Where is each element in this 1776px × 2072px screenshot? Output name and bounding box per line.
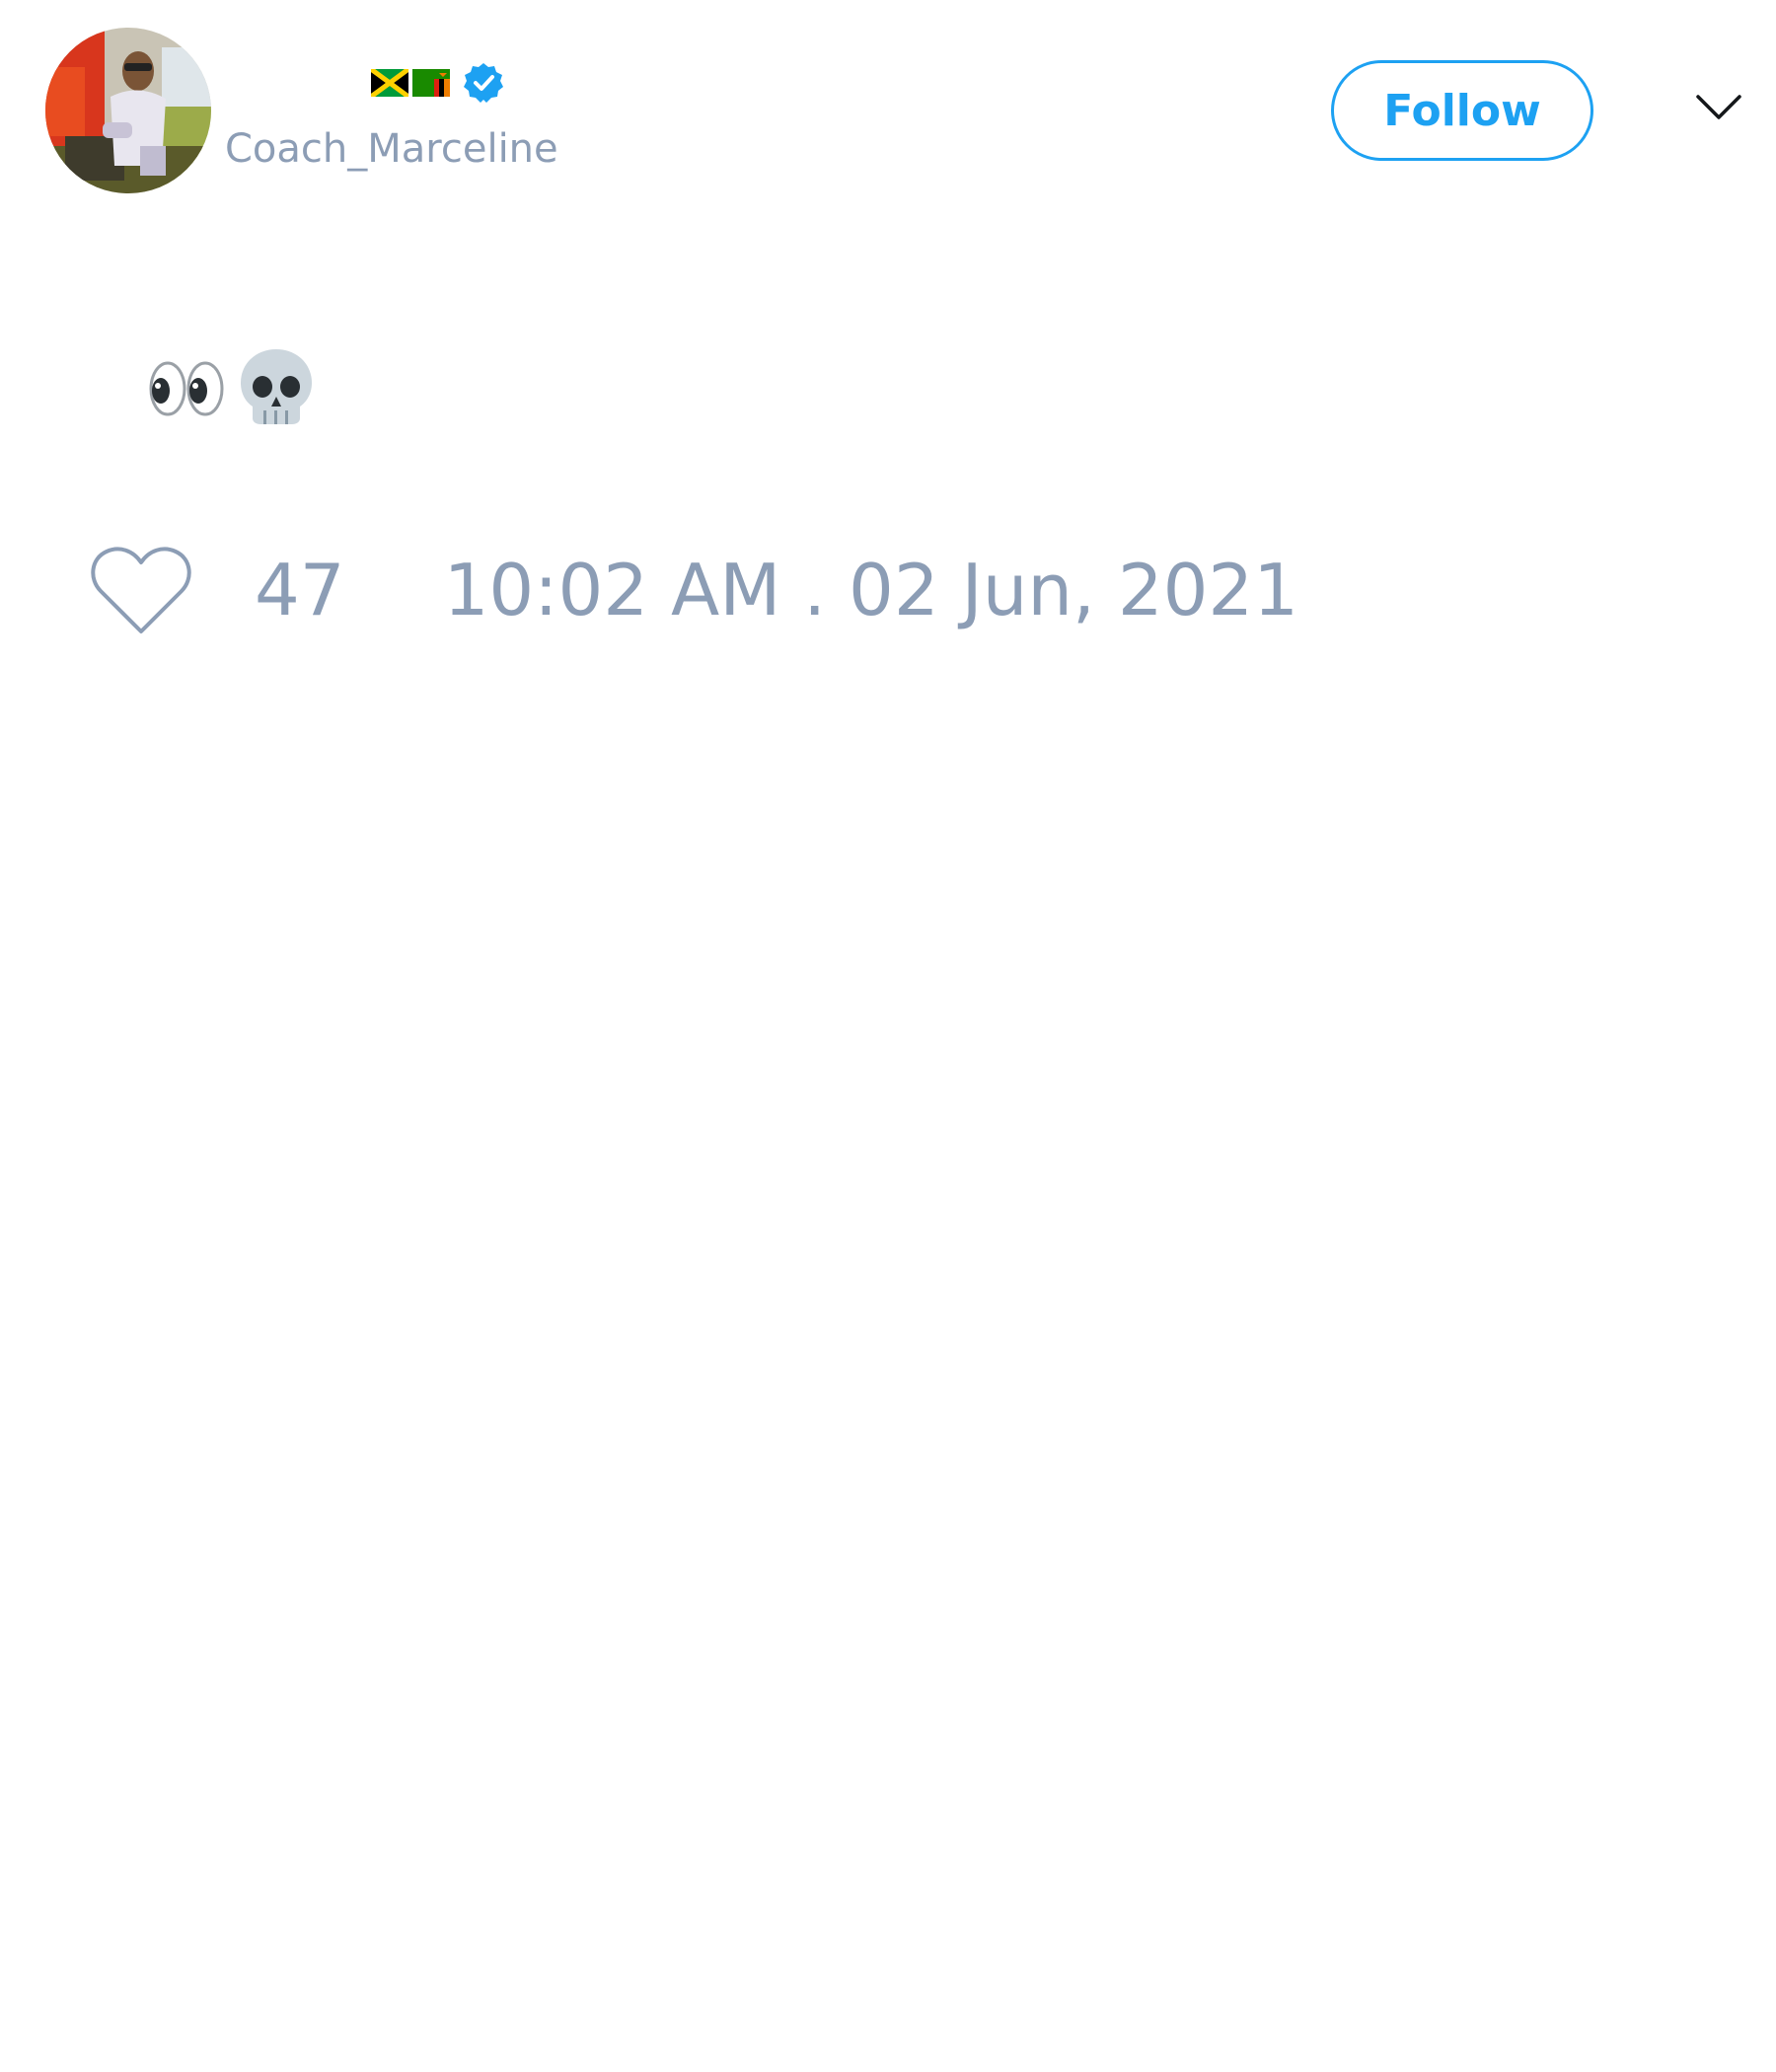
avatar[interactable] <box>45 28 211 193</box>
tweet-timestamp[interactable]: 10:02 AM . 02 Jun, 2021 <box>444 549 1298 631</box>
tweet-text <box>148 345 316 428</box>
eyes-emoji <box>148 345 227 428</box>
verified-badge-icon <box>462 61 505 105</box>
display-name[interactable] <box>371 61 505 105</box>
like-count: 47 <box>255 549 345 631</box>
flag-jamaica-icon <box>371 69 408 97</box>
flag-zambia-icon <box>412 69 450 97</box>
follow-button[interactable]: Follow <box>1331 60 1593 161</box>
heart-icon[interactable] <box>89 543 193 637</box>
skull-emoji <box>237 345 316 428</box>
tweet-footer: 47 10:02 AM . 02 Jun, 2021 <box>89 541 1298 639</box>
user-handle[interactable]: Coach_Marceline <box>225 126 558 172</box>
chevron-down-icon[interactable] <box>1695 93 1742 122</box>
